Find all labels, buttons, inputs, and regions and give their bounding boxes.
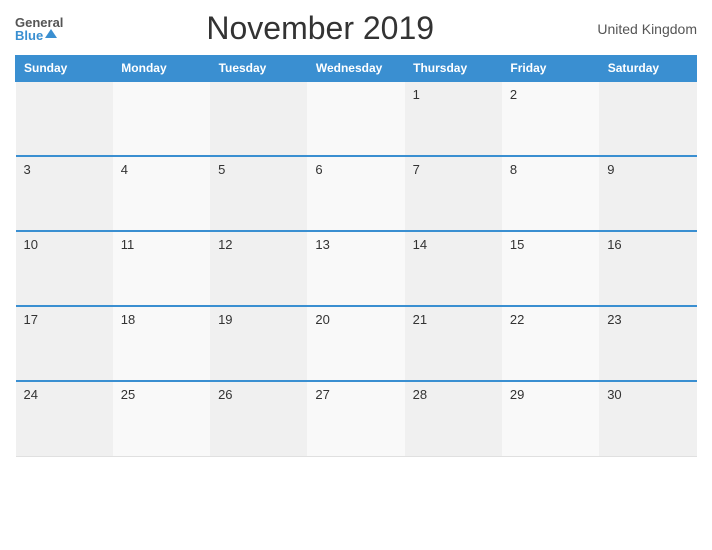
- day-cell: 18: [113, 306, 210, 381]
- day-cell: 30: [599, 381, 696, 456]
- day-number: 18: [121, 312, 135, 327]
- day-number: 11: [121, 237, 135, 252]
- day-cell: 19: [210, 306, 307, 381]
- day-cell: [210, 81, 307, 156]
- day-number: 21: [413, 312, 427, 327]
- day-cell: 2: [502, 81, 599, 156]
- logo-general-text: General: [15, 16, 63, 29]
- header-sunday: Sunday: [16, 56, 113, 82]
- day-number: 1: [413, 87, 420, 102]
- week-row-1: 1 2: [16, 81, 697, 156]
- day-cell: 23: [599, 306, 696, 381]
- header-wednesday: Wednesday: [307, 56, 404, 82]
- day-number: 27: [315, 387, 329, 402]
- day-cell: 9: [599, 156, 696, 231]
- day-cell: 8: [502, 156, 599, 231]
- day-number: 17: [24, 312, 38, 327]
- day-cell: 11: [113, 231, 210, 306]
- day-number: 13: [315, 237, 329, 252]
- day-number: 30: [607, 387, 621, 402]
- day-number: 26: [218, 387, 232, 402]
- day-cell: 25: [113, 381, 210, 456]
- days-header-row: Sunday Monday Tuesday Wednesday Thursday…: [16, 56, 697, 82]
- day-number: 9: [607, 162, 614, 177]
- day-number: 16: [607, 237, 621, 252]
- day-cell: [16, 81, 113, 156]
- header-tuesday: Tuesday: [210, 56, 307, 82]
- day-cell: 20: [307, 306, 404, 381]
- day-number: 14: [413, 237, 427, 252]
- calendar-table: Sunday Monday Tuesday Wednesday Thursday…: [15, 55, 697, 457]
- week-row-4: 17 18 19 20 21 22 23: [16, 306, 697, 381]
- day-number: 5: [218, 162, 225, 177]
- day-cell: 26: [210, 381, 307, 456]
- day-number: 7: [413, 162, 420, 177]
- day-cell: 7: [405, 156, 502, 231]
- day-cell: 3: [16, 156, 113, 231]
- day-cell: [599, 81, 696, 156]
- day-cell: 22: [502, 306, 599, 381]
- logo-blue-text: Blue: [15, 29, 43, 42]
- day-number: 6: [315, 162, 322, 177]
- day-cell: 13: [307, 231, 404, 306]
- logo-triangle-icon: [45, 29, 57, 38]
- day-cell: 27: [307, 381, 404, 456]
- day-cell: 21: [405, 306, 502, 381]
- header-saturday: Saturday: [599, 56, 696, 82]
- day-number: 29: [510, 387, 524, 402]
- day-cell: 15: [502, 231, 599, 306]
- day-cell: [307, 81, 404, 156]
- day-cell: 17: [16, 306, 113, 381]
- day-number: 3: [24, 162, 31, 177]
- calendar-container: General Blue November 2019 United Kingdo…: [0, 0, 712, 550]
- day-number: 8: [510, 162, 517, 177]
- day-number: 20: [315, 312, 329, 327]
- header-monday: Monday: [113, 56, 210, 82]
- day-number: 12: [218, 237, 232, 252]
- day-number: 10: [24, 237, 38, 252]
- region-label: United Kingdom: [577, 21, 697, 37]
- day-cell: 6: [307, 156, 404, 231]
- day-number: 22: [510, 312, 524, 327]
- day-cell: 14: [405, 231, 502, 306]
- day-cell: 5: [210, 156, 307, 231]
- day-cell: 24: [16, 381, 113, 456]
- day-cell: 12: [210, 231, 307, 306]
- day-number: 2: [510, 87, 517, 102]
- day-cell: 29: [502, 381, 599, 456]
- day-number: 25: [121, 387, 135, 402]
- day-number: 23: [607, 312, 621, 327]
- week-row-2: 3 4 5 6 7 8 9: [16, 156, 697, 231]
- day-number: 15: [510, 237, 524, 252]
- day-number: 28: [413, 387, 427, 402]
- day-cell: 4: [113, 156, 210, 231]
- month-title: November 2019: [63, 10, 577, 47]
- day-cell: [113, 81, 210, 156]
- header-thursday: Thursday: [405, 56, 502, 82]
- header-friday: Friday: [502, 56, 599, 82]
- day-cell: 28: [405, 381, 502, 456]
- day-cell: 10: [16, 231, 113, 306]
- day-number: 19: [218, 312, 232, 327]
- week-row-5: 24 25 26 27 28 29 30: [16, 381, 697, 456]
- day-cell: 16: [599, 231, 696, 306]
- day-cell: 1: [405, 81, 502, 156]
- calendar-header: General Blue November 2019 United Kingdo…: [15, 10, 697, 47]
- week-row-3: 10 11 12 13 14 15 16: [16, 231, 697, 306]
- day-number: 24: [24, 387, 38, 402]
- logo: General Blue: [15, 16, 63, 42]
- day-number: 4: [121, 162, 128, 177]
